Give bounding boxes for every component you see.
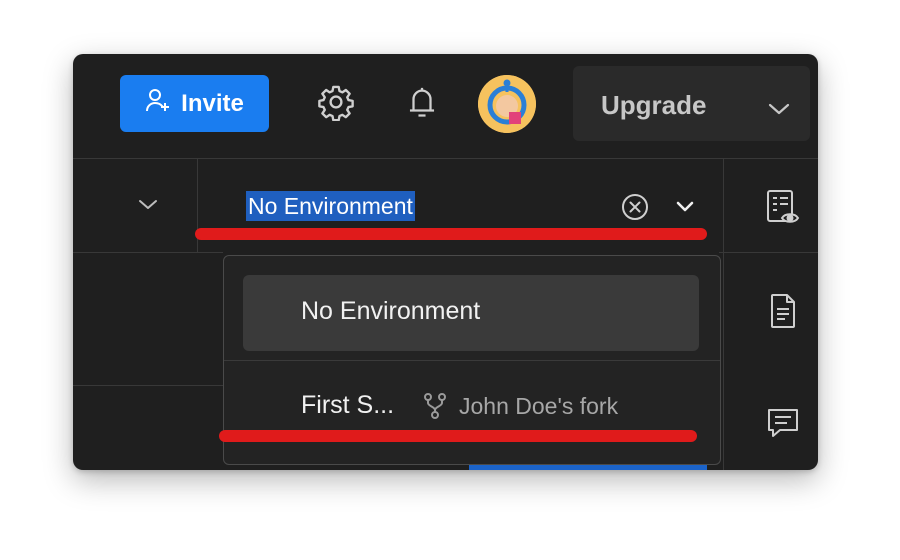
annotation-underline [195, 228, 707, 240]
document-icon [767, 292, 799, 335]
workspace-dropdown-toggle[interactable] [131, 194, 165, 220]
clear-environment-button[interactable] [618, 192, 652, 226]
clear-circle-icon [620, 192, 650, 227]
environment-quicklook-icon [764, 188, 802, 233]
environment-quicklook-button[interactable] [761, 188, 805, 232]
dropdown-divider [224, 360, 720, 361]
fork-icon [423, 392, 447, 425]
option-label: No Environment [301, 297, 481, 325]
environment-option-no-environment[interactable]: No Environment [243, 275, 699, 351]
app-window: Invite Upgrade No Environment No Environ… [73, 54, 818, 470]
row-divider [73, 252, 223, 253]
settings-button[interactable] [311, 81, 361, 127]
panel-divider [73, 385, 223, 386]
invite-label: Invite [181, 89, 244, 117]
upgrade-label: Upgrade [601, 90, 707, 120]
row-divider-right [719, 252, 818, 253]
documentation-button[interactable] [763, 292, 803, 334]
environment-dropdown-toggle[interactable] [670, 196, 700, 222]
avatar[interactable] [478, 75, 536, 133]
comment-icon [765, 405, 801, 446]
comments-button[interactable] [761, 404, 805, 446]
fork-label: John Doe's fork [459, 393, 619, 419]
option-label: First S... [301, 391, 395, 419]
chevron-down-icon [673, 199, 697, 220]
bell-icon [405, 83, 439, 126]
chevron-down-icon [136, 197, 160, 218]
annotation-underline [219, 430, 697, 442]
notifications-button[interactable] [400, 81, 444, 127]
upgrade-button[interactable]: Upgrade [573, 66, 810, 141]
environment-selector[interactable]: No Environment [246, 191, 415, 221]
invite-button[interactable]: Invite [120, 75, 269, 132]
add-user-icon [145, 87, 171, 120]
header-divider [73, 158, 818, 159]
chevron-down-icon [766, 94, 792, 125]
side-panel-divider [723, 158, 724, 470]
gear-icon [317, 83, 355, 126]
